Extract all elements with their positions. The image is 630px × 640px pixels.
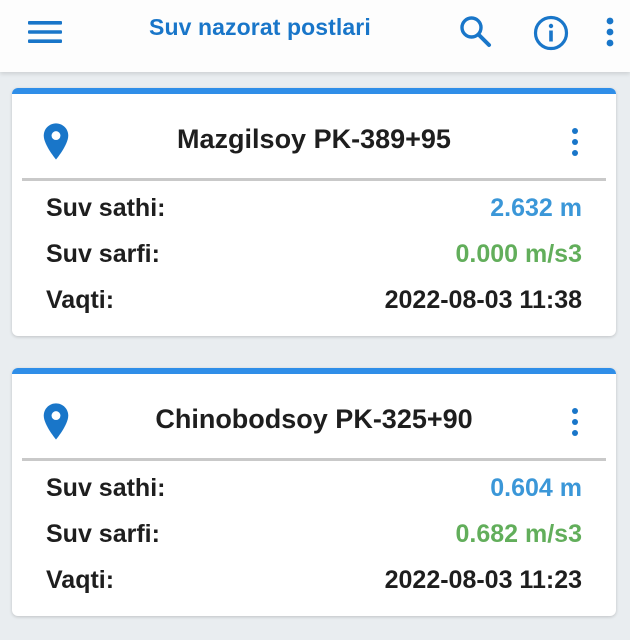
time-value: 2022-08-03 11:38 [384,286,582,314]
info-icon[interactable] [528,10,574,56]
card-accent-bar [12,88,616,94]
station-name: Chinobodsoy PK-325+90 [155,404,473,434]
water-level-value: 2.632 m [490,194,582,222]
water-flow-row: Suv sarfi: 0.000 m/s3 [46,240,582,276]
water-flow-value: 0.682 m/s3 [455,520,583,548]
location-pin-icon [42,122,70,162]
water-level-row: Suv sathi: 0.604 m [46,474,582,510]
time-row: Vaqti: 2022-08-03 11:23 [46,566,582,602]
water-level-label: Suv sathi: [46,474,166,502]
time-label: Vaqti: [46,566,115,594]
station-card[interactable]: Mazgilsoy PK-389+95 Suv sathi: 2.632 m S… [12,88,616,336]
water-flow-row: Suv sarfi: 0.682 m/s3 [46,520,582,556]
card-more-icon[interactable] [564,124,586,160]
time-label: Vaqti: [46,286,115,314]
time-value: 2022-08-03 11:23 [384,566,582,594]
app-bar: Suv nazorat postlari [0,0,630,72]
location-pin-icon [42,402,70,442]
card-accent-bar [12,368,616,374]
water-level-row: Suv sathi: 2.632 m [46,194,582,230]
water-flow-label: Suv sarfi: [46,520,160,548]
search-icon[interactable] [454,10,496,52]
water-flow-label: Suv sarfi: [46,240,160,268]
more-vertical-icon[interactable] [598,12,622,52]
card-divider [22,178,606,181]
card-more-icon[interactable] [564,404,586,440]
menu-icon[interactable] [24,14,66,50]
station-card[interactable]: Chinobodsoy PK-325+90 Suv sathi: 0.604 m… [12,368,616,616]
water-level-label: Suv sathi: [46,194,166,222]
water-flow-value: 0.000 m/s3 [455,240,583,268]
water-level-value: 0.604 m [490,474,582,502]
time-row: Vaqti: 2022-08-03 11:38 [46,286,582,322]
card-divider [22,458,606,461]
station-name: Mazgilsoy PK-389+95 [177,124,451,154]
page-title: Suv nazorat postlari [149,14,371,40]
